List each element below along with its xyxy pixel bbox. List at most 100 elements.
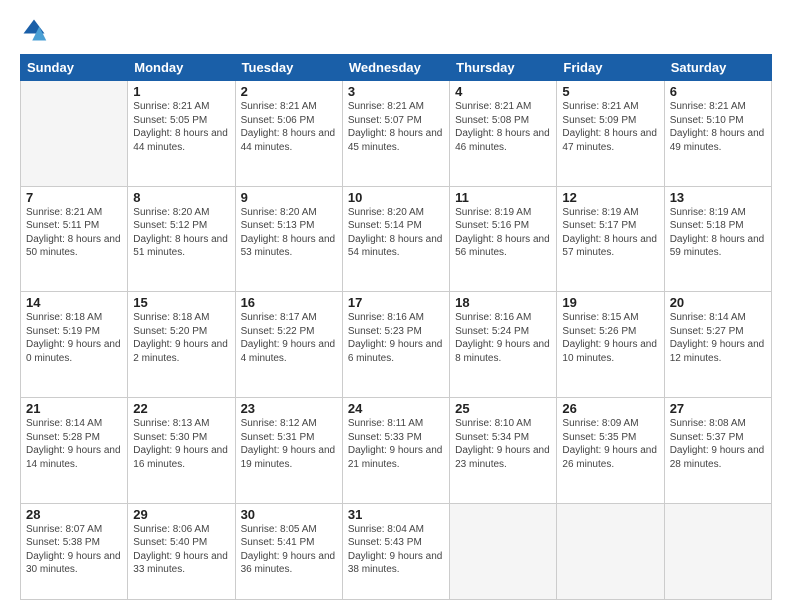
calendar-cell: 17Sunrise: 8:16 AMSunset: 5:23 PMDayligh…	[342, 292, 449, 398]
day-info: Sunrise: 8:04 AMSunset: 5:43 PMDaylight:…	[348, 523, 444, 577]
day-info: Sunrise: 8:19 AMSunset: 5:17 PMDaylight:…	[562, 206, 658, 260]
day-number: 25	[455, 401, 551, 416]
day-number: 16	[241, 295, 337, 310]
day-number: 6	[670, 84, 766, 99]
calendar-cell: 26Sunrise: 8:09 AMSunset: 5:35 PMDayligh…	[557, 398, 664, 504]
week-row-2: 7Sunrise: 8:21 AMSunset: 5:11 PMDaylight…	[21, 186, 772, 292]
weekday-header-saturday: Saturday	[664, 55, 771, 81]
day-number: 11	[455, 190, 551, 205]
day-number: 4	[455, 84, 551, 99]
day-number: 24	[348, 401, 444, 416]
day-info: Sunrise: 8:21 AMSunset: 5:08 PMDaylight:…	[455, 100, 551, 154]
day-number: 9	[241, 190, 337, 205]
calendar-cell: 21Sunrise: 8:14 AMSunset: 5:28 PMDayligh…	[21, 398, 128, 504]
day-number: 31	[348, 507, 444, 522]
week-row-1: 1Sunrise: 8:21 AMSunset: 5:05 PMDaylight…	[21, 81, 772, 187]
day-info: Sunrise: 8:17 AMSunset: 5:22 PMDaylight:…	[241, 311, 337, 365]
calendar-cell	[21, 81, 128, 187]
calendar-cell: 22Sunrise: 8:13 AMSunset: 5:30 PMDayligh…	[128, 398, 235, 504]
day-info: Sunrise: 8:20 AMSunset: 5:13 PMDaylight:…	[241, 206, 337, 260]
calendar-cell: 2Sunrise: 8:21 AMSunset: 5:06 PMDaylight…	[235, 81, 342, 187]
calendar-cell: 20Sunrise: 8:14 AMSunset: 5:27 PMDayligh…	[664, 292, 771, 398]
calendar-cell: 1Sunrise: 8:21 AMSunset: 5:05 PMDaylight…	[128, 81, 235, 187]
day-info: Sunrise: 8:19 AMSunset: 5:18 PMDaylight:…	[670, 206, 766, 260]
calendar-cell: 14Sunrise: 8:18 AMSunset: 5:19 PMDayligh…	[21, 292, 128, 398]
day-info: Sunrise: 8:15 AMSunset: 5:26 PMDaylight:…	[562, 311, 658, 365]
week-row-4: 21Sunrise: 8:14 AMSunset: 5:28 PMDayligh…	[21, 398, 772, 504]
day-number: 14	[26, 295, 122, 310]
calendar-cell	[450, 503, 557, 599]
calendar-cell	[557, 503, 664, 599]
day-number: 17	[348, 295, 444, 310]
calendar-cell: 25Sunrise: 8:10 AMSunset: 5:34 PMDayligh…	[450, 398, 557, 504]
day-number: 2	[241, 84, 337, 99]
weekday-header-monday: Monday	[128, 55, 235, 81]
header	[20, 16, 772, 44]
calendar-cell: 16Sunrise: 8:17 AMSunset: 5:22 PMDayligh…	[235, 292, 342, 398]
day-number: 3	[348, 84, 444, 99]
day-info: Sunrise: 8:14 AMSunset: 5:28 PMDaylight:…	[26, 417, 122, 471]
calendar-cell: 11Sunrise: 8:19 AMSunset: 5:16 PMDayligh…	[450, 186, 557, 292]
day-number: 10	[348, 190, 444, 205]
calendar-cell: 6Sunrise: 8:21 AMSunset: 5:10 PMDaylight…	[664, 81, 771, 187]
day-number: 22	[133, 401, 229, 416]
day-info: Sunrise: 8:21 AMSunset: 5:10 PMDaylight:…	[670, 100, 766, 154]
page: SundayMondayTuesdayWednesdayThursdayFrid…	[0, 0, 792, 612]
weekday-header-wednesday: Wednesday	[342, 55, 449, 81]
calendar-cell: 8Sunrise: 8:20 AMSunset: 5:12 PMDaylight…	[128, 186, 235, 292]
day-number: 12	[562, 190, 658, 205]
day-info: Sunrise: 8:20 AMSunset: 5:12 PMDaylight:…	[133, 206, 229, 260]
day-number: 15	[133, 295, 229, 310]
day-info: Sunrise: 8:16 AMSunset: 5:24 PMDaylight:…	[455, 311, 551, 365]
calendar-cell: 15Sunrise: 8:18 AMSunset: 5:20 PMDayligh…	[128, 292, 235, 398]
day-number: 28	[26, 507, 122, 522]
day-info: Sunrise: 8:11 AMSunset: 5:33 PMDaylight:…	[348, 417, 444, 471]
calendar-cell: 28Sunrise: 8:07 AMSunset: 5:38 PMDayligh…	[21, 503, 128, 599]
day-number: 18	[455, 295, 551, 310]
day-number: 27	[670, 401, 766, 416]
calendar: SundayMondayTuesdayWednesdayThursdayFrid…	[20, 54, 772, 600]
day-info: Sunrise: 8:07 AMSunset: 5:38 PMDaylight:…	[26, 523, 122, 577]
day-number: 7	[26, 190, 122, 205]
day-info: Sunrise: 8:14 AMSunset: 5:27 PMDaylight:…	[670, 311, 766, 365]
day-info: Sunrise: 8:06 AMSunset: 5:40 PMDaylight:…	[133, 523, 229, 577]
day-number: 5	[562, 84, 658, 99]
week-row-5: 28Sunrise: 8:07 AMSunset: 5:38 PMDayligh…	[21, 503, 772, 599]
day-number: 23	[241, 401, 337, 416]
day-number: 29	[133, 507, 229, 522]
day-number: 1	[133, 84, 229, 99]
calendar-cell: 19Sunrise: 8:15 AMSunset: 5:26 PMDayligh…	[557, 292, 664, 398]
day-info: Sunrise: 8:21 AMSunset: 5:07 PMDaylight:…	[348, 100, 444, 154]
calendar-cell: 24Sunrise: 8:11 AMSunset: 5:33 PMDayligh…	[342, 398, 449, 504]
weekday-header-thursday: Thursday	[450, 55, 557, 81]
day-info: Sunrise: 8:21 AMSunset: 5:05 PMDaylight:…	[133, 100, 229, 154]
day-number: 30	[241, 507, 337, 522]
day-info: Sunrise: 8:21 AMSunset: 5:09 PMDaylight:…	[562, 100, 658, 154]
calendar-cell: 29Sunrise: 8:06 AMSunset: 5:40 PMDayligh…	[128, 503, 235, 599]
calendar-cell: 23Sunrise: 8:12 AMSunset: 5:31 PMDayligh…	[235, 398, 342, 504]
day-number: 21	[26, 401, 122, 416]
day-info: Sunrise: 8:18 AMSunset: 5:19 PMDaylight:…	[26, 311, 122, 365]
day-info: Sunrise: 8:09 AMSunset: 5:35 PMDaylight:…	[562, 417, 658, 471]
week-row-3: 14Sunrise: 8:18 AMSunset: 5:19 PMDayligh…	[21, 292, 772, 398]
day-info: Sunrise: 8:13 AMSunset: 5:30 PMDaylight:…	[133, 417, 229, 471]
calendar-cell: 18Sunrise: 8:16 AMSunset: 5:24 PMDayligh…	[450, 292, 557, 398]
day-number: 26	[562, 401, 658, 416]
day-info: Sunrise: 8:16 AMSunset: 5:23 PMDaylight:…	[348, 311, 444, 365]
calendar-cell: 4Sunrise: 8:21 AMSunset: 5:08 PMDaylight…	[450, 81, 557, 187]
calendar-cell: 31Sunrise: 8:04 AMSunset: 5:43 PMDayligh…	[342, 503, 449, 599]
logo	[20, 16, 52, 44]
day-number: 13	[670, 190, 766, 205]
day-number: 20	[670, 295, 766, 310]
day-number: 19	[562, 295, 658, 310]
weekday-header-row: SundayMondayTuesdayWednesdayThursdayFrid…	[21, 55, 772, 81]
calendar-cell: 13Sunrise: 8:19 AMSunset: 5:18 PMDayligh…	[664, 186, 771, 292]
calendar-cell: 5Sunrise: 8:21 AMSunset: 5:09 PMDaylight…	[557, 81, 664, 187]
day-info: Sunrise: 8:05 AMSunset: 5:41 PMDaylight:…	[241, 523, 337, 577]
day-info: Sunrise: 8:12 AMSunset: 5:31 PMDaylight:…	[241, 417, 337, 471]
day-info: Sunrise: 8:21 AMSunset: 5:11 PMDaylight:…	[26, 206, 122, 260]
day-info: Sunrise: 8:10 AMSunset: 5:34 PMDaylight:…	[455, 417, 551, 471]
calendar-cell: 3Sunrise: 8:21 AMSunset: 5:07 PMDaylight…	[342, 81, 449, 187]
calendar-cell	[664, 503, 771, 599]
calendar-cell: 12Sunrise: 8:19 AMSunset: 5:17 PMDayligh…	[557, 186, 664, 292]
